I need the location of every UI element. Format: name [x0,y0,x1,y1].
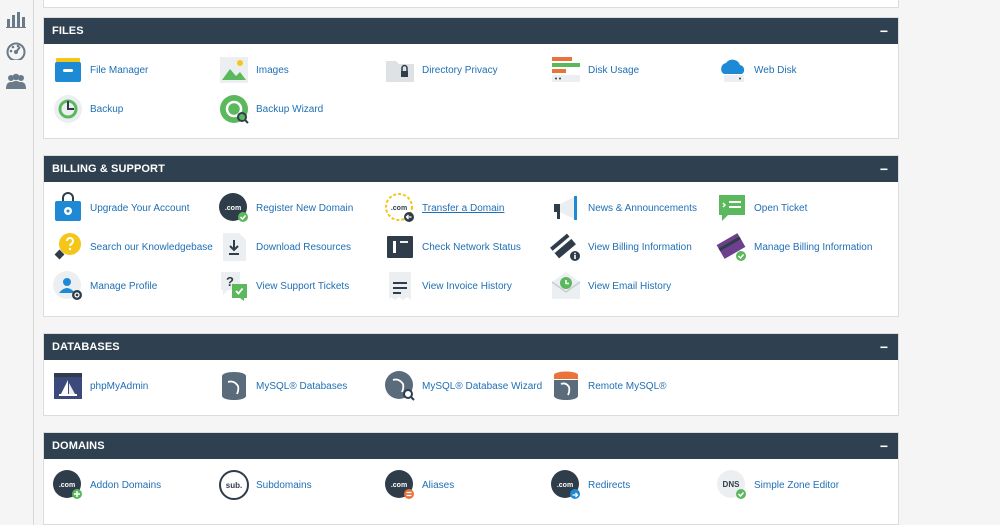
phpmyadmin-icon [52,370,84,402]
network-status-icon [384,231,416,263]
backup-icon [52,93,84,125]
subdomains-icon: sub. [218,469,250,501]
support-tickets-icon: ? [218,270,250,302]
dashboard-gauge-icon[interactable] [5,40,27,62]
open-ticket-icon [716,192,748,224]
section-header[interactable]: FILES − [44,18,898,44]
email-history-link[interactable]: View Email History [550,268,671,304]
manage-billing-link[interactable]: Manage Billing Information [716,229,872,265]
file-manager-link[interactable]: File Manager [52,52,148,88]
open-ticket-link[interactable]: Open Ticket [716,190,807,226]
subdomains-link[interactable]: sub. Subdomains [218,467,312,503]
collapse-button[interactable]: − [878,162,890,176]
lightbulb-icon [52,231,84,263]
collapse-button[interactable]: − [878,24,890,38]
aliases-icon: .com [384,469,416,501]
mysql-wizard-icon [384,370,416,402]
megaphone-icon [550,192,582,224]
backup-link[interactable]: Backup [52,91,123,127]
users-group-icon[interactable] [5,70,27,92]
remote-mysql-link[interactable]: Remote MySQL® [550,368,667,404]
section-header[interactable]: DATABASES − [44,334,898,360]
images-icon [218,54,250,86]
section-header[interactable]: DOMAINS − [44,433,898,459]
zone-editor-icon: DNS [716,469,748,501]
transfer-domain-icon: .com [384,192,416,224]
mysql-wizard-link[interactable]: MySQL® Database Wizard [384,368,542,404]
profile-icon [52,270,84,302]
web-disk-link[interactable]: Web Disk [716,52,797,88]
support-tickets-link[interactable]: ? View Support Tickets [218,268,349,304]
files-section: FILES − File Manager Images Directory Pr… [43,17,899,139]
images-link[interactable]: Images [218,52,289,88]
svg-text:.com: .com [391,482,407,489]
svg-text:.com: .com [225,205,241,212]
manage-profile-link[interactable]: Manage Profile [52,268,157,304]
billing-support-section: BILLING & SUPPORT − Upgrade Your Account… [43,155,899,317]
redirects-link[interactable]: .com Redirects [550,467,630,503]
mysql-database-icon [218,370,250,402]
email-history-icon [550,270,582,302]
section-title: BILLING & SUPPORT [52,163,165,175]
phpmyadmin-link[interactable]: phpMyAdmin [52,368,148,404]
bar-chart-icon[interactable] [5,8,27,30]
mysql-databases-link[interactable]: MySQL® Databases [218,368,347,404]
billing-info-icon [550,231,582,263]
download-resources-link[interactable]: Download Resources [218,229,351,265]
addon-domains-icon: .com [52,469,84,501]
domains-section: DOMAINS − .com Addon Domains sub. Subdom… [43,432,899,525]
directory-privacy-icon [384,54,416,86]
remote-mysql-icon [550,370,582,402]
section-title: FILES [52,25,84,37]
left-sidebar [0,0,34,525]
addon-domains-link[interactable]: .com Addon Domains [52,467,161,503]
view-billing-info-link[interactable]: View Billing Information [550,229,692,265]
disk-usage-icon [550,54,582,86]
aliases-link[interactable]: .com Aliases [384,467,454,503]
svg-text:DNS: DNS [723,480,741,489]
svg-text:.com: .com [557,482,573,489]
collapse-button[interactable]: − [878,439,890,453]
svg-text:.com: .com [59,482,75,489]
transfer-domain-link[interactable]: .com Transfer a Domain [384,190,504,226]
backup-wizard-icon [218,93,250,125]
main-content: FILES − File Manager Images Directory Pr… [43,0,899,525]
upgrade-account-link[interactable]: Upgrade Your Account [52,190,190,226]
section-title: DATABASES [52,341,120,353]
databases-section: DATABASES − phpMyAdmin MySQL® Databases [43,333,899,416]
news-announcements-link[interactable]: News & Announcements [550,190,697,226]
download-icon [218,231,250,263]
disk-usage-link[interactable]: Disk Usage [550,52,639,88]
network-status-link[interactable]: Check Network Status [384,229,521,265]
register-domain-icon: .com [218,192,250,224]
knowledgebase-link[interactable]: Search our Knowledgebase [52,229,213,265]
web-disk-icon [716,54,748,86]
upgrade-account-icon [52,192,84,224]
backup-wizard-link[interactable]: Backup Wizard [218,91,323,127]
invoice-history-link[interactable]: View Invoice History [384,268,512,304]
svg-text:.com: .com [391,205,407,212]
credit-card-icon [716,231,748,263]
section-header[interactable]: BILLING & SUPPORT − [44,156,898,182]
directory-privacy-link[interactable]: Directory Privacy [384,52,498,88]
svg-text:sub.: sub. [226,481,242,490]
collapse-button[interactable]: − [878,340,890,354]
redirects-icon: .com [550,469,582,501]
zone-editor-link[interactable]: DNS Simple Zone Editor [716,467,839,503]
invoice-icon [384,270,416,302]
register-domain-link[interactable]: .com Register New Domain [218,190,353,226]
file-manager-icon [52,54,84,86]
section-title: DOMAINS [52,440,105,452]
